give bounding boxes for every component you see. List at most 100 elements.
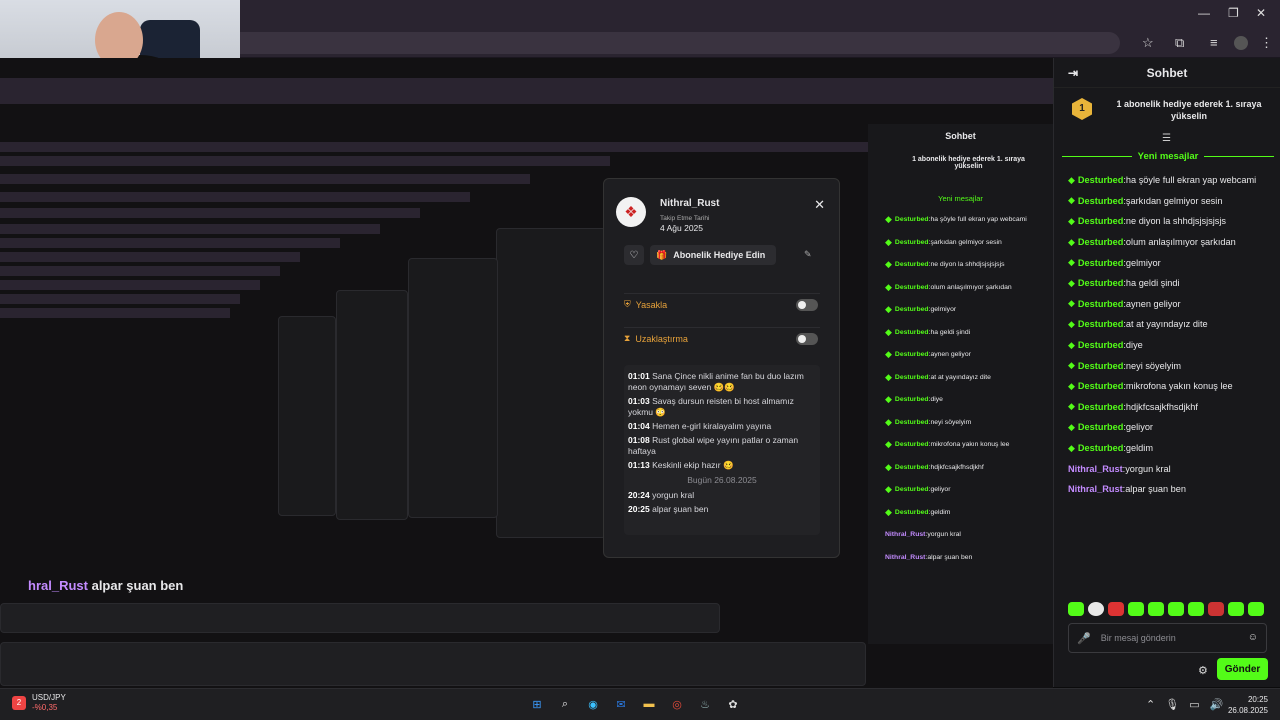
subscriber-badge-icon: ◆	[1068, 401, 1075, 412]
emote-icon[interactable]	[1228, 602, 1244, 616]
chat-username[interactable]: Nithral_Rust	[1068, 484, 1123, 494]
emote-icon[interactable]	[1128, 602, 1144, 616]
mute-icon[interactable]: ✎	[804, 249, 812, 260]
chat-username[interactable]: Desturbed	[1078, 319, 1123, 329]
chat-message: ◆ Desturbed: ha geldi şindi	[1054, 273, 1280, 294]
chat-username[interactable]: Desturbed	[1078, 278, 1123, 288]
emote-icon[interactable]	[1088, 602, 1104, 616]
chat-username[interactable]: Desturbed	[1078, 381, 1123, 391]
chat-username[interactable]: Nithral_Rust	[1068, 464, 1123, 474]
popup-username[interactable]: Nithral_Rust	[660, 198, 719, 209]
chat-username[interactable]: Desturbed	[895, 509, 929, 516]
chat-username[interactable]: Desturbed	[895, 216, 929, 223]
ban-toggle[interactable]	[796, 299, 818, 311]
chat-username[interactable]: Desturbed	[895, 306, 929, 313]
chat-username[interactable]: Desturbed	[1078, 299, 1123, 309]
chat-username[interactable]: Desturbed	[1078, 443, 1123, 453]
close-window-button[interactable]: ✕	[1256, 6, 1266, 20]
chat-username[interactable]: Desturbed	[895, 284, 929, 291]
emote-icon[interactable]	[1208, 602, 1224, 616]
history-line: 01:04 Hemen e-girl kiralayalım yayına	[628, 421, 772, 431]
chat-message: ◆ Desturbed: şarkıdan gelmiyor sesin	[877, 234, 1045, 251]
chat-username[interactable]: Desturbed	[1078, 402, 1123, 412]
chat-username[interactable]: Desturbed	[1078, 361, 1123, 371]
gift-sub-button[interactable]: 🎁 Abonelik Hediye Edin	[650, 245, 776, 265]
chat-message: ◆ Desturbed: ha şöyle full ekran yap webc…	[1054, 170, 1280, 191]
emote-icon[interactable]	[1148, 602, 1164, 616]
chat-text: şarkıdan gelmiyor sesin	[1125, 195, 1223, 206]
media-control-icon[interactable]: ≡	[1210, 35, 1218, 50]
follow-heart-button[interactable]: ♡	[624, 245, 644, 265]
chat-message: ◆ Desturbed: neyi söyelyim	[1054, 355, 1280, 376]
emote-icon[interactable]	[1168, 602, 1184, 616]
chat-message: ◆ Desturbed: şarkıdan gelmiyor sesin	[1054, 191, 1280, 212]
expand-stack-icon[interactable]: ☰	[1162, 133, 1171, 144]
collapse-chat-icon[interactable]: ⇥	[1068, 66, 1078, 80]
chat-username[interactable]: Desturbed	[895, 486, 929, 493]
emote-icon[interactable]	[1068, 602, 1084, 616]
system-clock[interactable]: 20:25 26.08.2025	[1228, 694, 1268, 716]
start-menu-icon[interactable]: ⊞	[528, 695, 546, 713]
chat-username[interactable]: Desturbed	[895, 261, 929, 268]
extensions-icon[interactable]: ⧉	[1175, 35, 1184, 51]
ban-label: Yasakla	[635, 299, 668, 310]
timeout-toggle[interactable]	[796, 333, 818, 345]
chat-username[interactable]: Desturbed	[1078, 422, 1123, 432]
microphone-tray-icon[interactable]: 🎙	[1165, 698, 1179, 711]
app-icon[interactable]: ✿	[724, 695, 742, 713]
chat-message: Nithral_Rust: yorgun kral	[877, 526, 1045, 543]
chat-username[interactable]: Desturbed	[895, 239, 929, 246]
chat-username[interactable]: Desturbed	[1078, 216, 1123, 226]
chat-username[interactable]: Desturbed	[1078, 340, 1123, 350]
feed-stripe	[0, 192, 470, 202]
address-bar[interactable]	[240, 32, 1120, 54]
address-bar-row	[240, 28, 1280, 58]
emote-icon[interactable]	[1188, 602, 1204, 616]
outlook-icon[interactable]: ✉	[612, 695, 630, 713]
chat-username[interactable]: Nithral_Rust	[885, 554, 925, 561]
subscriber-badge-icon: ◆	[1068, 298, 1075, 309]
chat-username[interactable]: Nithral_Rust	[885, 531, 925, 538]
chat-username[interactable]: Desturbed	[1078, 258, 1123, 268]
chat-input[interactable]: 🎤 Bir mesaj gönderin ☺	[1068, 623, 1267, 653]
chat-username[interactable]: Desturbed	[895, 441, 929, 448]
stock-ticker-widget[interactable]: USD/JPY -%0,35	[32, 693, 66, 713]
chat-username[interactable]: Desturbed	[1078, 196, 1123, 206]
chat-username[interactable]: Desturbed	[895, 351, 929, 358]
search-icon[interactable]: ⌕	[556, 695, 574, 713]
send-button[interactable]: Gönder	[1217, 658, 1268, 680]
steam-icon[interactable]: ♨	[696, 695, 714, 713]
emoji-picker-icon[interactable]: ☺	[1248, 632, 1258, 643]
maximize-button[interactable]: ❐	[1228, 6, 1239, 20]
chat-username[interactable]: Desturbed	[895, 374, 929, 381]
feed-stripe	[0, 308, 230, 318]
minimize-button[interactable]: —	[1198, 6, 1210, 20]
file-explorer-icon[interactable]: ▬	[640, 695, 658, 713]
pinned-text: 1 abonelik hediye ederek 1. sıraya yükse…	[1116, 99, 1262, 121]
chat-settings-icon[interactable]: ⚙	[1198, 664, 1208, 677]
chat-username[interactable]: Desturbed	[895, 396, 929, 403]
pinned-leaderboard[interactable]: 1 1 abonelik hediye ederek 1. sıraya yük…	[1054, 88, 1280, 132]
rank-badge-icon: 1	[1072, 98, 1092, 120]
profile-avatar[interactable]	[1234, 36, 1248, 50]
chrome-icon[interactable]: ◎	[668, 695, 686, 713]
chevron-up-icon[interactable]: ⌃	[1146, 698, 1155, 711]
chat-message: ◆ Desturbed: geldim	[1054, 438, 1280, 459]
chat-username[interactable]: Desturbed	[895, 464, 929, 471]
volume-icon[interactable]: 🔊	[1210, 698, 1224, 711]
chat-username[interactable]: Desturbed	[895, 329, 929, 336]
microphone-icon[interactable]: 🎤	[1077, 632, 1091, 645]
close-icon[interactable]: ✕	[814, 197, 825, 213]
display-icon[interactable]: ▭	[1189, 698, 1199, 711]
browser-menu-icon[interactable]: ⋮	[1260, 35, 1273, 51]
nested-chat-title: Sohbet	[945, 131, 976, 141]
subscriber-badge-icon: ◆	[885, 304, 892, 314]
emote-icon[interactable]	[1248, 602, 1264, 616]
chat-username[interactable]: Desturbed	[895, 419, 929, 426]
bookmark-star-icon[interactable]: ☆	[1142, 35, 1154, 51]
edge-icon[interactable]: ◉	[584, 695, 602, 713]
chat-message: ◆ Desturbed: at at yayındayız dite	[1054, 314, 1280, 335]
chat-username[interactable]: Desturbed	[1078, 237, 1123, 247]
chat-username[interactable]: Desturbed	[1078, 175, 1123, 185]
emote-icon[interactable]	[1108, 602, 1124, 616]
